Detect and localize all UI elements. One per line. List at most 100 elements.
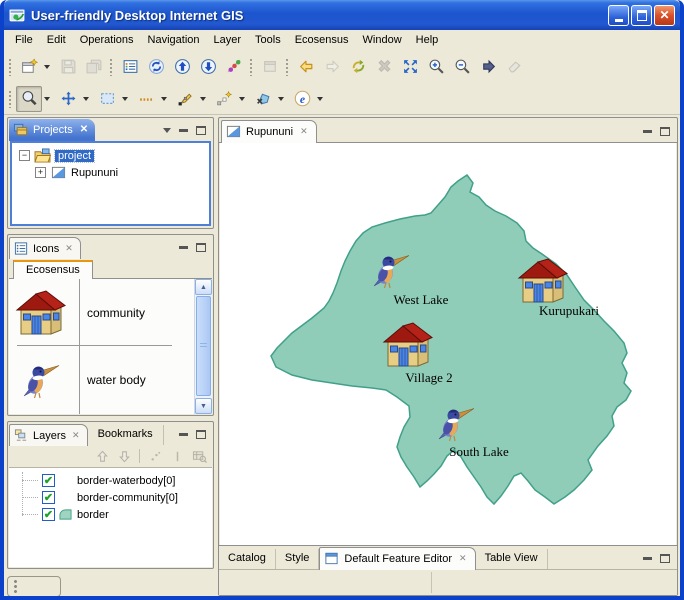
back-arrow-button[interactable] (293, 54, 319, 80)
web-browser-button[interactable]: e (289, 86, 315, 112)
dropdown-caret-icon[interactable] (161, 96, 167, 101)
menu-navigation[interactable]: Navigation (141, 32, 207, 48)
dropdown-caret-icon[interactable] (239, 96, 245, 101)
maximize-view-icon[interactable] (196, 430, 206, 439)
toolbar-grip-icon[interactable] (285, 57, 289, 76)
forward-nav-button[interactable] (475, 54, 501, 80)
tab-catalog[interactable]: Catalog (219, 549, 276, 569)
split-tool-button[interactable] (250, 86, 276, 112)
toolbar-grip-icon[interactable] (8, 57, 12, 76)
move-down-button[interactable] (195, 54, 221, 80)
tab-bookmarks[interactable]: Bookmarks (88, 425, 164, 445)
sync-layers-button[interactable] (143, 54, 169, 80)
palette-item-water-body[interactable]: water body (9, 346, 212, 413)
title-bar[interactable]: User-friendly Desktop Internet GIS ✕ (4, 0, 680, 30)
zoom-in-button[interactable] (423, 54, 449, 80)
scrollbar-thumb[interactable] (196, 296, 211, 396)
select-tool-button[interactable] (94, 86, 120, 112)
new-window-button[interactable] (16, 54, 42, 80)
layer-row-border[interactable]: ✔ border (9, 506, 212, 523)
menu-ecosensus[interactable]: Ecosensus (288, 32, 356, 48)
dropdown-caret-icon[interactable] (200, 96, 206, 101)
map-marker-west-lake[interactable] (372, 251, 410, 289)
minimize-button[interactable] (608, 4, 629, 26)
toolbar-grip-icon[interactable] (109, 57, 113, 76)
legend-button[interactable] (117, 54, 143, 80)
tab-rupununi-map[interactable]: Rupununi ✕ (221, 120, 317, 143)
toolbar-grip-icon[interactable] (249, 57, 253, 76)
tab-style[interactable]: Style (276, 549, 320, 569)
layer-row-border-waterbody0[interactable]: ✔ border-waterbody[0] (9, 472, 212, 489)
add-vertex-button[interactable] (211, 86, 237, 112)
refresh-button[interactable] (345, 54, 371, 80)
tab-ecosensus[interactable]: Ecosensus (13, 260, 93, 279)
minimize-view-icon[interactable] (643, 130, 652, 133)
zoom-extent-button[interactable] (397, 54, 423, 80)
close-editor-icon[interactable]: ✕ (300, 126, 308, 137)
zoom-out-button[interactable] (449, 54, 475, 80)
toolbar-grip-icon[interactable] (8, 89, 12, 108)
view-menu-icon[interactable] (163, 128, 171, 133)
palette-item-community[interactable]: community (9, 279, 212, 346)
layer-visibility-checkbox[interactable]: ✔ (42, 474, 55, 487)
menu-help[interactable]: Help (409, 32, 446, 48)
layer-visibility-checkbox[interactable]: ✔ (42, 491, 55, 504)
menu-layer[interactable]: Layer (207, 32, 249, 48)
tab-table-view[interactable]: Table View (476, 549, 548, 569)
dropdown-caret-icon[interactable] (317, 96, 323, 101)
tree-item-rupununi[interactable]: + Rupununi (35, 164, 209, 181)
map-marker-south-lake[interactable] (437, 404, 475, 442)
add-vertex-icon (216, 90, 232, 106)
zoom-tool-button[interactable] (16, 85, 42, 112)
move-up-button[interactable] (169, 54, 195, 80)
tab-projects[interactable]: Projects ✕ (9, 119, 96, 141)
close-feature-editor-icon[interactable]: ✕ (459, 553, 467, 564)
fast-view-handle[interactable] (7, 575, 61, 596)
maximize-view-icon[interactable] (196, 243, 206, 252)
dropdown-caret-icon[interactable] (278, 96, 284, 101)
menu-operations[interactable]: Operations (73, 32, 141, 48)
scrollbar-vertical[interactable]: ▲ ▼ (194, 279, 212, 414)
layer-visibility-checkbox[interactable]: ✔ (42, 508, 55, 521)
map-canvas[interactable]: West Lake Kurupukari Village 2 South Lake (220, 143, 676, 545)
dropdown-caret-icon[interactable] (44, 64, 50, 69)
tree-item-rupununi-label[interactable]: Rupununi (71, 167, 118, 179)
map-marker-village-2[interactable] (382, 322, 434, 368)
layer-row-border-community0[interactable]: ✔ border-community[0] (9, 489, 212, 506)
maximize-view-icon[interactable] (660, 127, 670, 136)
maximize-button[interactable] (631, 4, 652, 26)
maximize-view-icon[interactable] (196, 126, 206, 135)
edit-geometry-button[interactable] (172, 86, 198, 112)
style-editor-button[interactable] (221, 54, 247, 80)
minimize-view-icon[interactable] (179, 129, 188, 132)
pan-tool-button[interactable] (55, 86, 81, 112)
tree-item-project-label[interactable]: project (53, 148, 96, 163)
maximize-view-icon[interactable] (660, 554, 670, 563)
map-marker-kurupukari[interactable] (517, 258, 569, 304)
menu-file[interactable]: File (8, 32, 40, 48)
close-layers-icon[interactable]: ✕ (72, 430, 80, 441)
measure-tool-button[interactable] (133, 86, 159, 112)
scroll-up-icon[interactable]: ▲ (195, 279, 212, 295)
minimize-view-icon[interactable] (643, 557, 652, 560)
menu-edit[interactable]: Edit (40, 32, 73, 48)
dropdown-caret-icon[interactable] (83, 96, 89, 101)
minimize-view-icon[interactable] (179, 433, 188, 436)
scroll-down-icon[interactable]: ▼ (195, 398, 212, 414)
tab-default-feature-editor[interactable]: Default Feature Editor ✕ (319, 547, 476, 570)
zoom-in-icon (429, 59, 444, 74)
close-button[interactable]: ✕ (654, 4, 675, 26)
tab-layers[interactable]: Layers ✕ (9, 424, 88, 446)
collapse-expander-icon[interactable]: − (19, 150, 30, 161)
close-projects-icon[interactable]: ✕ (80, 124, 88, 135)
dropdown-caret-icon[interactable] (122, 96, 128, 101)
tab-icons[interactable]: Icons ✕ (9, 237, 81, 259)
close-icons-icon[interactable]: ✕ (65, 243, 73, 254)
map-label-kurupukari: Kurupukari (539, 303, 599, 318)
tree-item-project[interactable]: − project (19, 147, 209, 164)
dropdown-caret-icon[interactable] (44, 96, 50, 101)
expand-expander-icon[interactable]: + (35, 167, 46, 178)
menu-tools[interactable]: Tools (248, 32, 288, 48)
menu-window[interactable]: Window (356, 32, 409, 48)
minimize-view-icon[interactable] (179, 246, 188, 249)
